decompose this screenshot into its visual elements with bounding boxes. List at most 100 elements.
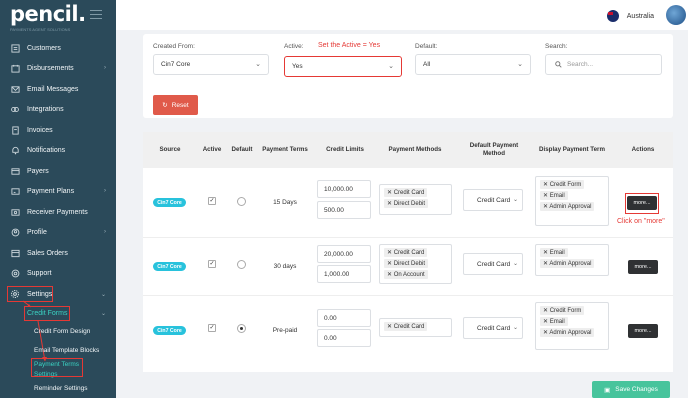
sidebar-subitem-email-template-blocks[interactable]: Email Template Blocks xyxy=(34,347,99,354)
created-from-label: Created From: xyxy=(153,43,195,50)
display-payment-term-select[interactable]: ✕ Email ✕ Admin Approval xyxy=(535,244,609,276)
sidebar-item-support[interactable]: Support xyxy=(10,266,106,280)
credit-limit-input[interactable]: 20,000.00 xyxy=(317,245,371,263)
email-icon xyxy=(10,84,20,94)
payers-icon xyxy=(10,166,20,176)
support-icon xyxy=(10,268,20,278)
display-term-chip[interactable]: ✕ Email xyxy=(540,317,568,326)
top-bar: Australia xyxy=(116,0,688,30)
payment-method-chip[interactable]: ✕ Credit Card xyxy=(384,248,428,257)
chevron-right-icon: › xyxy=(104,188,106,194)
source-badge: Cin7 Core xyxy=(153,262,186,271)
receiver-payments-icon xyxy=(10,207,20,217)
credit-limit-input[interactable]: 0.00 xyxy=(317,329,371,347)
more-button[interactable]: more... xyxy=(627,196,657,210)
default-payment-method-select[interactable]: Credit Card ⌄ xyxy=(463,317,523,339)
menu-toggle-icon[interactable] xyxy=(90,10,102,22)
chevron-down-icon: ⌄ xyxy=(388,63,394,70)
sidebar-item-disbursements[interactable]: Disbursements › xyxy=(10,61,106,75)
payment-methods-select[interactable]: ✕ Credit Card ✕ Direct Debit xyxy=(379,184,452,215)
filter-panel: Created From: Cin7 Core ⌄ Active: Set th… xyxy=(143,34,673,118)
payment-terms-table: Source Active Default Payment Terms Cred… xyxy=(143,132,673,372)
payment-method-chip[interactable]: ✕ On Account xyxy=(384,270,428,279)
default-radio[interactable] xyxy=(237,197,246,206)
sidebar-item-invoices[interactable]: Invoices xyxy=(10,123,106,137)
payment-method-chip[interactable]: ✕ Credit Card xyxy=(384,322,428,331)
app-logo[interactable]: pencil. xyxy=(10,2,86,26)
sidebar-item-profile[interactable]: Profile › xyxy=(10,225,106,239)
refresh-icon: ↻ xyxy=(162,102,168,109)
active-checkbox[interactable]: ✓ xyxy=(208,197,216,205)
payment-method-chip[interactable]: ✕ Direct Debit xyxy=(384,259,429,268)
display-term-chip[interactable]: ✕ Email xyxy=(540,248,568,257)
col-default-payment-method: Default Payment Method xyxy=(469,141,519,157)
search-label: Search: xyxy=(545,43,568,50)
search-input[interactable]: Search... xyxy=(545,54,662,75)
credit-forms-highlight xyxy=(24,306,70,321)
sidebar-item-receiver-payments[interactable]: Receiver Payments xyxy=(10,205,106,219)
invoices-icon xyxy=(10,125,20,135)
created-from-select[interactable]: Cin7 Core ⌄ xyxy=(153,54,269,75)
chevron-down-icon: ⌄ xyxy=(512,261,518,267)
avatar[interactable] xyxy=(666,5,686,25)
chevron-down-icon: ⌄ xyxy=(512,325,518,331)
logo-subtitle: PAYMENTS AGENT SOLUTIONS xyxy=(10,27,71,32)
payment-terms-value: 30 days xyxy=(273,263,297,270)
display-term-chip[interactable]: ✕ Credit Form xyxy=(540,306,585,315)
default-label: Default: xyxy=(415,43,438,50)
sidebar-item-email-messages[interactable]: Email Messages xyxy=(10,82,106,96)
payment-methods-select[interactable]: ✕ Credit Card ✕ Direct Debit ✕ On Accoun… xyxy=(379,244,452,284)
credit-limit-input[interactable]: 0.00 xyxy=(317,309,371,327)
default-radio[interactable] xyxy=(237,324,246,333)
display-term-chip[interactable]: ✕ Admin Approval xyxy=(540,328,595,337)
display-term-chip[interactable]: ✕ Email xyxy=(540,191,568,200)
credit-limit-input[interactable]: 500.00 xyxy=(317,201,371,219)
col-source: Source xyxy=(159,145,181,153)
sidebar-item-sales-orders[interactable]: Sales Orders xyxy=(10,246,106,260)
col-credit-limits: Credit Limits xyxy=(326,145,364,153)
active-select[interactable]: Yes ⌄ xyxy=(284,56,402,77)
more-button[interactable]: more... xyxy=(628,260,658,274)
sidebar-item-notifications[interactable]: Notifications xyxy=(10,143,106,157)
sidebar-item-payment-plans[interactable]: Payment Plans › xyxy=(10,184,106,198)
source-badge: Cin7 Core xyxy=(153,326,186,335)
payment-terms-value: 15 Days xyxy=(273,199,297,206)
reset-button[interactable]: ↻ Reset xyxy=(153,95,198,115)
display-term-chip[interactable]: ✕ Admin Approval xyxy=(540,202,595,211)
sidebar-item-customers[interactable]: Customers xyxy=(10,41,106,55)
credit-limit-input[interactable]: 1,000.00 xyxy=(317,265,371,283)
active-checkbox[interactable]: ✓ xyxy=(208,324,216,332)
default-payment-method-select[interactable]: Credit Card ⌄ xyxy=(463,189,523,211)
default-radio[interactable] xyxy=(237,260,246,269)
payment-terms-value: Pre-paid xyxy=(272,327,298,334)
bell-icon xyxy=(10,145,20,155)
credit-limit-input[interactable]: 10,000.00 xyxy=(317,180,371,198)
display-term-chip[interactable]: ✕ Credit Form xyxy=(540,180,585,189)
integrations-icon xyxy=(10,104,20,114)
payment-methods-select[interactable]: ✕ Credit Card xyxy=(379,318,452,337)
display-payment-term-select[interactable]: ✕ Credit Form ✕ Email ✕ Admin Approval xyxy=(535,302,609,350)
active-checkbox[interactable]: ✓ xyxy=(208,260,216,268)
australia-flag-icon xyxy=(606,10,619,22)
customers-icon xyxy=(10,43,20,53)
sidebar-item-payers[interactable]: Payers xyxy=(10,164,106,178)
default-select[interactable]: All ⌄ xyxy=(415,54,531,75)
sidebar-subitem-credit-form-design[interactable]: Credit Form Design xyxy=(34,328,90,335)
col-display-payment-term: Display Payment Term xyxy=(539,145,605,153)
display-term-chip[interactable]: ✕ Admin Approval xyxy=(540,259,595,268)
more-button[interactable]: more... xyxy=(628,324,658,338)
display-payment-term-select[interactable]: ✕ Credit Form ✕ Email ✕ Admin Approval xyxy=(535,176,609,226)
sidebar-subitem-reminder-settings[interactable]: Reminder Settings xyxy=(34,385,87,392)
default-payment-method-select[interactable]: Credit Card ⌄ xyxy=(463,253,523,275)
payment-plans-icon xyxy=(10,186,20,196)
chevron-down-icon: ⌄ xyxy=(512,197,518,203)
country-selector[interactable]: Australia xyxy=(606,10,654,22)
settings-highlight xyxy=(7,286,53,302)
payment-method-chip[interactable]: ✕ Credit Card xyxy=(384,188,428,197)
annotation-arrows xyxy=(22,300,47,362)
sidebar: pencil. PAYMENTS AGENT SOLUTIONS Custome… xyxy=(0,0,116,398)
sidebar-item-integrations[interactable]: Integrations xyxy=(10,102,106,116)
save-changes-button[interactable]: ▣ Save Changes xyxy=(592,381,670,398)
col-payment-methods: Payment Methods xyxy=(388,145,442,153)
payment-method-chip[interactable]: ✕ Direct Debit xyxy=(384,199,429,208)
